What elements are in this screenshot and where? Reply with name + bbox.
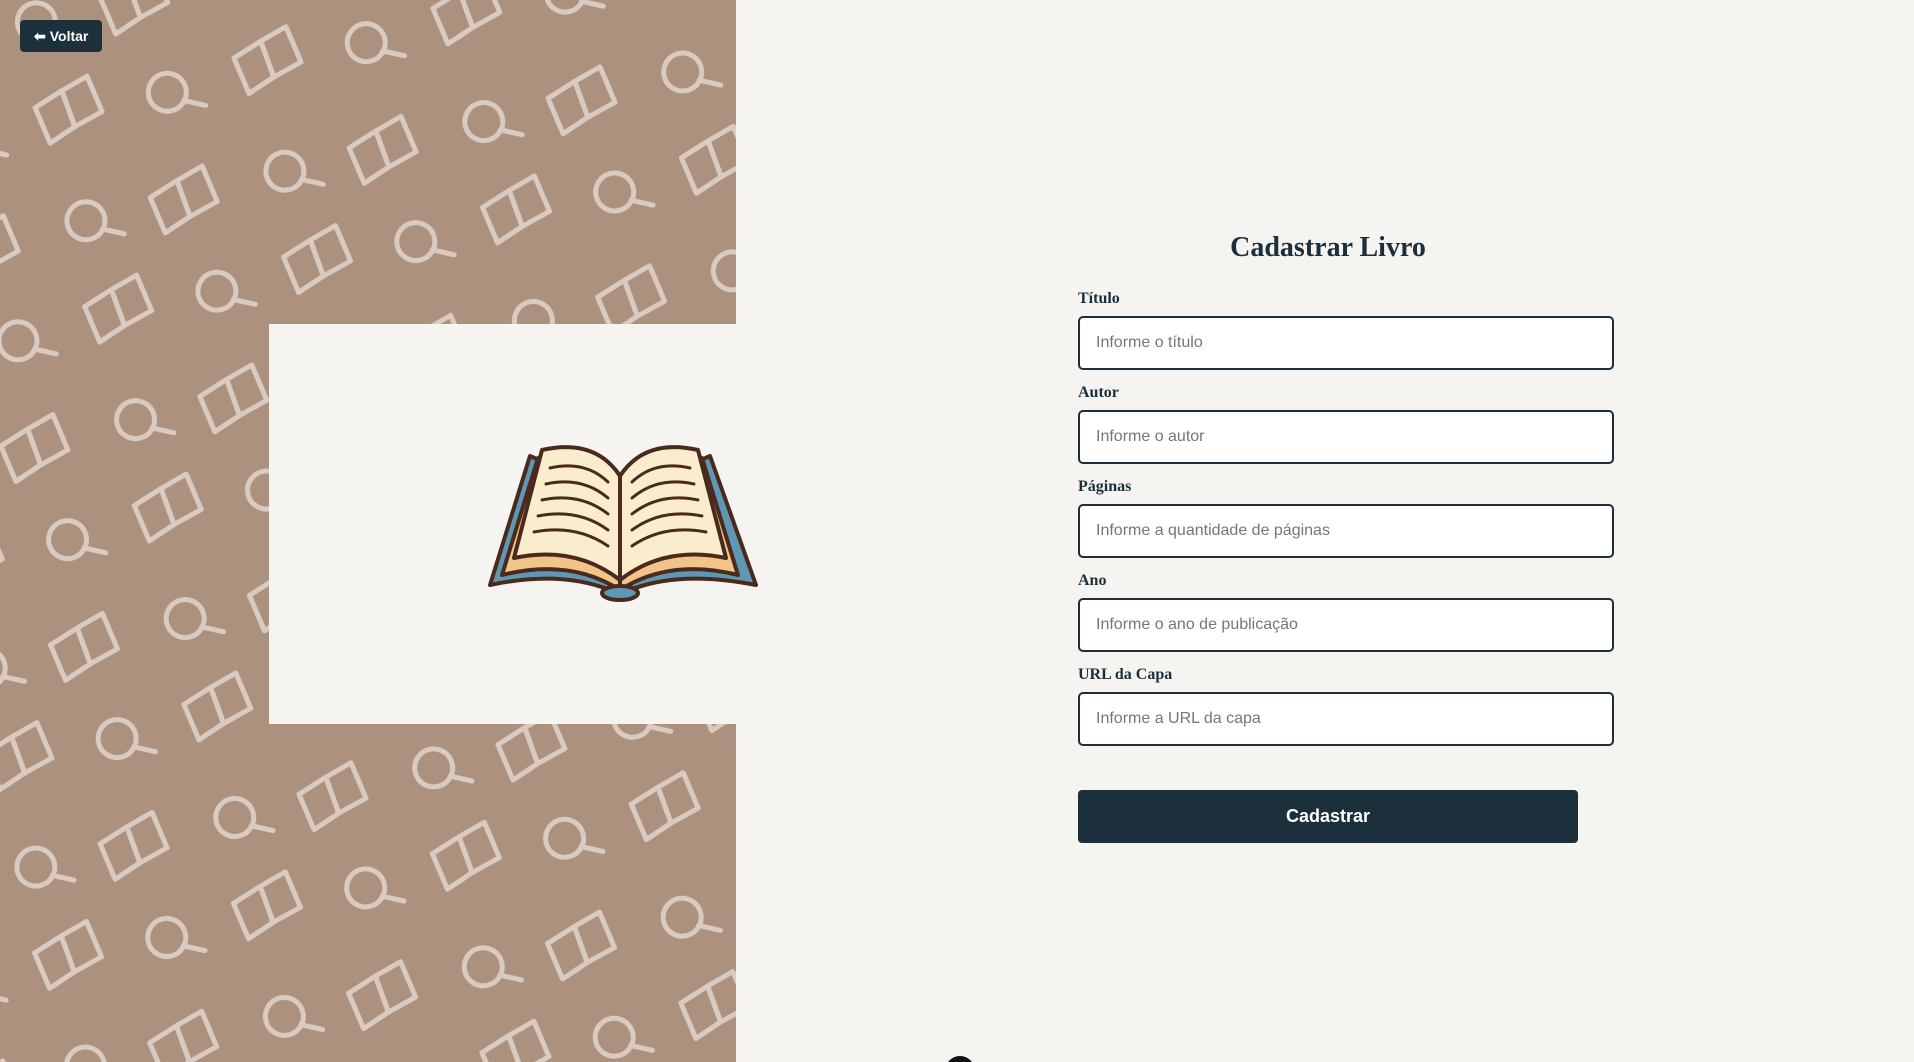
register-book-form: Cadastrar Livro Título Autor Páginas Ano… — [1078, 228, 1615, 843]
field-paginas: Páginas — [1078, 478, 1615, 558]
arrow-left-icon: ⬅ — [34, 27, 46, 44]
paginas-input[interactable] — [1078, 504, 1614, 558]
open-book-icon — [488, 445, 758, 602]
paginas-label: Páginas — [1078, 478, 1132, 495]
autor-label: Autor — [1078, 384, 1119, 401]
titulo-input[interactable] — [1078, 316, 1614, 370]
autor-input[interactable] — [1078, 410, 1614, 464]
field-titulo: Título — [1078, 290, 1615, 370]
ano-input[interactable] — [1078, 598, 1614, 652]
titulo-label: Título — [1078, 290, 1120, 307]
ano-label: Ano — [1078, 572, 1107, 589]
back-button[interactable]: ⬅ Voltar — [20, 20, 103, 52]
floating-action-dot[interactable] — [945, 1056, 975, 1062]
field-ano: Ano — [1078, 572, 1615, 652]
cadastrar-button[interactable]: Cadastrar — [1078, 790, 1578, 843]
url-capa-input[interactable] — [1078, 692, 1614, 746]
url-capa-label: URL da Capa — [1078, 666, 1173, 683]
form-title: Cadastrar Livro — [1230, 232, 1426, 263]
field-url-capa: URL da Capa — [1078, 666, 1615, 746]
back-button-label: Voltar — [49, 28, 89, 44]
field-autor: Autor — [1078, 384, 1615, 464]
page: ⬅ Voltar Cadastrar Livro Título Autor Pá… — [0, 0, 1914, 1062]
